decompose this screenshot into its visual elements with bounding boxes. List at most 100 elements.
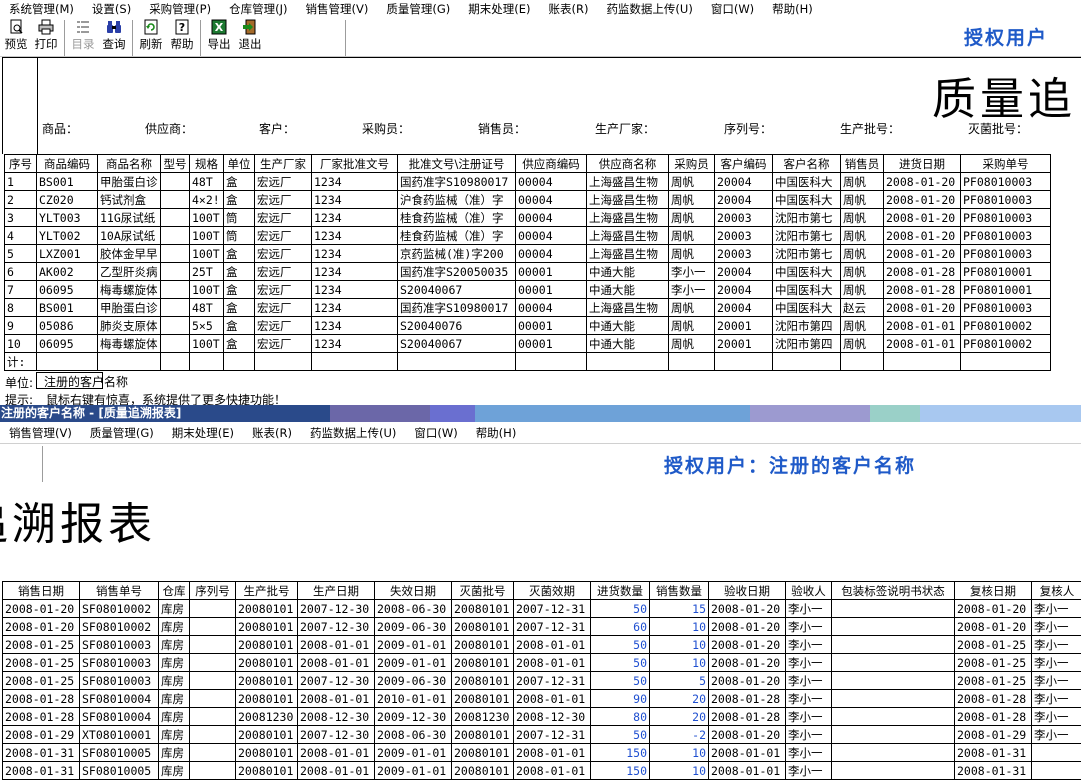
menu-item[interactable]: 采购管理(P) xyxy=(140,1,220,17)
column-header[interactable]: 验收人 xyxy=(786,582,832,600)
table-cell: 100T xyxy=(190,245,224,263)
column-header[interactable]: 生产厂家 xyxy=(255,155,312,173)
column-header[interactable]: 生产批号 xyxy=(236,582,298,600)
table-row[interactable]: 2008-01-29XT08010001库房200801012007-12-30… xyxy=(3,726,1081,744)
menu-item[interactable]: 账表(R) xyxy=(243,425,301,441)
table-cell: 00004 xyxy=(516,173,587,191)
menu-item[interactable]: 质量管理(G) xyxy=(377,1,459,17)
export-button[interactable]: X 导出 xyxy=(203,19,235,52)
column-header[interactable]: 销售员 xyxy=(841,155,884,173)
column-header[interactable]: 销售单号 xyxy=(80,582,159,600)
table-row[interactable]: 2008-01-28SF08010004库房200801012008-01-01… xyxy=(3,690,1081,708)
column-header[interactable]: 生产日期 xyxy=(298,582,375,600)
column-header[interactable]: 进货数量 xyxy=(591,582,650,600)
table-cell xyxy=(832,762,955,780)
table-cell: 00004 xyxy=(516,299,587,317)
column-header[interactable]: 规格 xyxy=(190,155,224,173)
table-row[interactable]: 2008-01-20SF08010002库房200801012007-12-30… xyxy=(3,618,1081,636)
table-row[interactable]: 3YLT00311G尿试纸100T筒宏远厂1234桂食药监械（准）字00004上… xyxy=(5,209,1051,227)
menu-item[interactable]: 仓库管理(J) xyxy=(220,1,296,17)
menu-item[interactable]: 销售管理(V) xyxy=(0,425,81,441)
menu-item[interactable]: 药监数据上传(U) xyxy=(597,1,701,17)
table-cell: 6 xyxy=(5,263,37,281)
catalog-button[interactable]: 目录 xyxy=(67,19,99,52)
column-header[interactable]: 型号 xyxy=(161,155,190,173)
preview-button[interactable]: 预览 xyxy=(0,19,32,52)
table-row[interactable]: 1006095梅毒螺旋体100T盒宏远厂1234S2004006700001中通… xyxy=(5,335,1051,353)
column-header[interactable]: 复核日期 xyxy=(955,582,1032,600)
table-row[interactable]: 2008-01-31SF08010005库房200801012008-01-01… xyxy=(3,744,1081,762)
column-header[interactable]: 批准文号\注册证号 xyxy=(398,155,516,173)
table-row[interactable]: 2008-01-25SF08010003库房200801012008-01-01… xyxy=(3,636,1081,654)
column-header[interactable]: 销售日期 xyxy=(3,582,80,600)
refresh-button[interactable]: 刷新 xyxy=(135,19,167,52)
column-header[interactable]: 销售数量 xyxy=(650,582,709,600)
column-header[interactable]: 供应商编码 xyxy=(516,155,587,173)
column-header[interactable]: 验收日期 xyxy=(709,582,786,600)
table-row[interactable]: 2008-01-31SF08010005库房200801012008-01-01… xyxy=(3,762,1081,780)
table-row[interactable]: 2008-01-25SF08010003库房200801012008-01-01… xyxy=(3,654,1081,672)
table-cell: 2008-01-29 xyxy=(3,726,80,744)
menu-item[interactable]: 账表(R) xyxy=(539,1,597,17)
table-cell: 上海盛昌生物 xyxy=(587,173,669,191)
column-header[interactable]: 灭菌批号 xyxy=(452,582,514,600)
table-cell: 1234 xyxy=(312,299,398,317)
table-row[interactable]: 2008-01-28SF08010004库房200812302008-12-30… xyxy=(3,708,1081,726)
column-header[interactable]: 采购单号 xyxy=(961,155,1051,173)
column-header[interactable]: 序列号 xyxy=(190,582,236,600)
menu-item[interactable]: 销售管理(V) xyxy=(296,1,377,17)
table-row[interactable]: 2008-01-25SF08010003库房200801012007-12-30… xyxy=(3,672,1081,690)
table-cell xyxy=(832,654,955,672)
column-header[interactable]: 厂家批准文号 xyxy=(312,155,398,173)
column-header[interactable]: 客户编码 xyxy=(715,155,773,173)
table-cell: 9 xyxy=(5,317,37,335)
menu-item[interactable]: 窗口(W) xyxy=(405,425,466,441)
table-row[interactable]: 706095梅毒螺旋体100T盒宏远厂1234S2004006700001中通大… xyxy=(5,281,1051,299)
column-header[interactable]: 供应商名称 xyxy=(587,155,669,173)
column-header[interactable]: 仓库 xyxy=(159,582,190,600)
help-button[interactable]: ? 帮助 xyxy=(166,19,198,52)
table-row[interactable]: 905086肺炎支原体5×5盒宏远厂1234S2004007600001中通大能… xyxy=(5,317,1051,335)
table-row[interactable]: 2CZ020钙试剂盒4×2!盒宏远厂1234沪食药监械（准）字00004上海盛昌… xyxy=(5,191,1051,209)
column-header[interactable]: 失效日期 xyxy=(375,582,452,600)
column-header[interactable]: 进货日期 xyxy=(884,155,961,173)
column-header[interactable]: 商品编码 xyxy=(37,155,98,173)
print-button[interactable]: 打印 xyxy=(30,19,62,52)
menu-item[interactable]: 设置(S) xyxy=(83,1,140,17)
menu-item[interactable]: 期末处理(E) xyxy=(459,1,539,17)
table-row[interactable]: 4YLT00210A尿试纸100T筒宏远厂1234桂食药监械（准）字00004上… xyxy=(5,227,1051,245)
column-header[interactable]: 单位 xyxy=(224,155,255,173)
column-header[interactable]: 采购员 xyxy=(669,155,715,173)
column-header[interactable]: 商品名称 xyxy=(98,155,161,173)
table-row[interactable]: 8BS001甲胎蛋白诊48T盒宏远厂1234国药准字S1098001700004… xyxy=(5,299,1051,317)
table-row[interactable]: 2008-01-20SF08010002库房200801012007-12-30… xyxy=(3,600,1081,618)
column-header[interactable]: 包装标签说明书状态 xyxy=(832,582,955,600)
table-row[interactable]: 1BS001甲胎蛋白诊48T盒宏远厂1234国药准字S1098001700004… xyxy=(5,173,1051,191)
table-row[interactable]: 6AK002乙型肝炎病25T盒宏远厂1234国药准字S2005003500001… xyxy=(5,263,1051,281)
column-header[interactable]: 序号 xyxy=(5,155,37,173)
menu-item[interactable]: 质量管理(G) xyxy=(81,425,163,441)
unit-value-field[interactable]: 注册的客户名称 xyxy=(36,372,103,389)
column-header[interactable]: 灭菌效期 xyxy=(514,582,591,600)
exit-button[interactable]: 退出 xyxy=(234,19,266,52)
table-cell: 00004 xyxy=(516,227,587,245)
window-title-bar[interactable]: 注册的客户名称 - [质量追溯报表] xyxy=(0,405,1081,422)
table-cell: 20004 xyxy=(715,173,773,191)
toolbar-separator xyxy=(345,20,349,56)
menu-item[interactable]: 期末处理(E) xyxy=(163,425,243,441)
menu-item[interactable]: 帮助(H) xyxy=(467,425,526,441)
menu-item[interactable]: 药监数据上传(U) xyxy=(301,425,405,441)
table-cell: 盒 xyxy=(224,263,255,281)
table-cell: 20080101 xyxy=(236,690,298,708)
query-button[interactable]: 查询 xyxy=(98,19,130,52)
menu-item[interactable]: 窗口(W) xyxy=(702,1,763,17)
filter-condition-label: 生产厂家： xyxy=(595,120,655,137)
table-cell: 周帆 xyxy=(841,317,884,335)
menu-item[interactable]: 帮助(H) xyxy=(763,1,822,17)
table-cell: 20080101 xyxy=(236,744,298,762)
table-cell: 2008-01-20 xyxy=(709,672,786,690)
column-header[interactable]: 客户名称 xyxy=(773,155,841,173)
menu-item[interactable]: 系统管理(M) xyxy=(0,1,83,17)
column-header[interactable]: 复核人 xyxy=(1032,582,1081,600)
table-row[interactable]: 5LXZ001胶体金早早100T盒宏远厂1234京药监械(准)字20000004… xyxy=(5,245,1051,263)
